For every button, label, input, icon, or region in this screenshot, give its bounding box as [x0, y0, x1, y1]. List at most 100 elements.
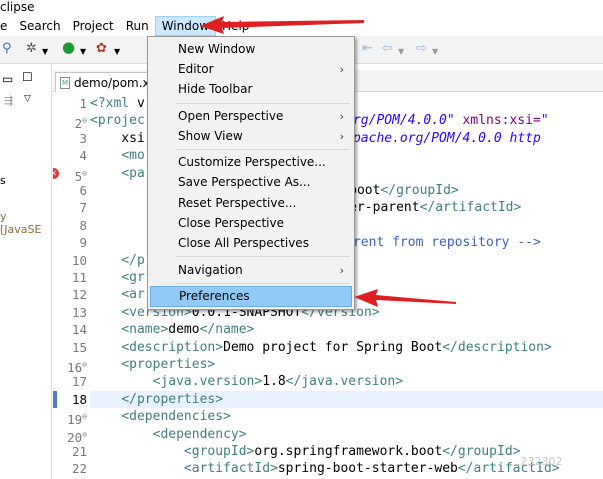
submenu-arrow-icon: › — [339, 63, 344, 76]
fold-toggle-icon[interactable]: ⊖ — [82, 116, 87, 125]
code-line[interactable]: <?xml v — [90, 95, 145, 112]
menu-separator — [176, 256, 350, 257]
code-line[interactable]: <description>Demo project for Spring Boo… — [90, 339, 551, 356]
menu-item-label: Editor — [178, 62, 214, 76]
line-number: 8 — [79, 217, 87, 233]
fold-toggle-icon[interactable]: ⊖ — [82, 360, 87, 369]
menu-item-close-perspective[interactable]: Close Perspective — [150, 213, 352, 234]
link-icon[interactable]: ⚲ — [2, 42, 12, 56]
menu-search[interactable]: Search — [13, 16, 66, 36]
line-number: 1 — [79, 96, 87, 111]
dropdown-arrow-icon[interactable]: ▼ — [80, 45, 86, 59]
dropdown-arrow-icon[interactable]: ▼ — [114, 45, 120, 59]
menu-item-label: Preferences — [179, 289, 250, 303]
line-number: 17 — [71, 374, 87, 390]
dropdown-arrow-icon[interactable]: ▼ — [398, 45, 404, 59]
menu-separator — [176, 149, 350, 150]
explorer-item-jre[interactable]: y [JavaSE — [0, 210, 51, 236]
menu-item-customize-perspective[interactable]: Customize Perspective... — [150, 152, 352, 173]
menu-project[interactable]: Project — [67, 16, 120, 36]
fold-toggle-icon[interactable]: ⊖ — [82, 430, 87, 439]
explorer-item[interactable]: s — [0, 174, 6, 187]
line-number: 4 — [79, 148, 87, 164]
menu-item-label: Close Perspective — [178, 216, 285, 230]
code-line[interactable]: xsi — [90, 130, 145, 147]
code-line[interactable]: <properties> — [90, 356, 215, 373]
code-line[interactable]: <dependency> — [90, 426, 247, 443]
code-line[interactable]: <gr — [90, 269, 144, 286]
menu-file[interactable]: e — [0, 16, 13, 36]
menu-item-navigation[interactable]: Navigation › — [150, 260, 352, 281]
xml-file-icon: M — [60, 76, 70, 89]
line-number: 10 — [71, 252, 87, 268]
line-number: 22 — [71, 461, 87, 477]
code-line[interactable]: </properties> — [90, 391, 223, 408]
dropdown-arrow-icon[interactable]: ▼ — [432, 45, 438, 59]
line-number: 21 — [71, 444, 87, 459]
annotation-arrow-icon — [354, 289, 456, 307]
menu-item-label: Save Perspective As... — [178, 175, 311, 189]
menu-item-editor[interactable]: Editor › — [150, 59, 352, 80]
code-line[interactable]: <artifactId>spring-boot-starter-web</art… — [90, 460, 560, 477]
fold-toggle-icon[interactable]: ⊖ — [82, 169, 87, 178]
forward-icon[interactable]: ⇨ — [416, 42, 427, 56]
back-icon[interactable]: ⇦ — [382, 42, 393, 56]
code-line[interactable]: <ar — [90, 286, 144, 303]
line-number: 19⊖ — [67, 412, 87, 428]
annotation-arrow-icon — [200, 16, 364, 34]
run-icon[interactable]: ● — [62, 40, 75, 55]
menu-item-label: Hide Toolbar — [178, 82, 253, 96]
line-number: 7 — [79, 200, 87, 216]
code-line[interactable]: </p — [90, 252, 144, 269]
code-line[interactable]: <pa — [90, 165, 144, 182]
menu-item-show-view[interactable]: Show View › — [150, 126, 352, 147]
line-number: 15 — [71, 339, 87, 355]
view-menu-icon[interactable]: ▽ — [24, 94, 31, 104]
code-line[interactable]: <groupId>org.springframework.boot</group… — [90, 443, 521, 460]
menu-item-label: Open Perspective — [178, 109, 284, 123]
window-menu-dropdown: New Window Editor › Hide Toolbar Open Perspe… — [147, 36, 355, 310]
minimize-icon[interactable]: ▭ — [2, 72, 13, 86]
code-line[interactable]: <projec — [90, 112, 145, 129]
line-number: 18 — [71, 391, 87, 407]
menu-item-reset-perspective[interactable]: Reset Perspective... — [150, 193, 352, 214]
external-tools-icon[interactable]: ✿ — [96, 42, 107, 56]
dropdown-arrow-icon[interactable]: ▼ — [42, 45, 48, 59]
line-number: 3 — [79, 130, 87, 146]
submenu-arrow-icon: › — [339, 110, 344, 123]
collapse-icon[interactable]: ⇶ — [4, 94, 13, 107]
gear-icon[interactable]: ✲ — [26, 42, 37, 56]
code-line[interactable]: <name>demo</name> — [90, 321, 254, 338]
line-number: 20⊖ — [67, 429, 87, 445]
menu-item-label: Navigation — [178, 263, 243, 277]
menu-item-save-perspective-as[interactable]: Save Perspective As... — [150, 172, 352, 193]
code-line[interactable]: <java.version>1.8</java.version> — [90, 373, 403, 390]
menu-item-label: New Window — [178, 42, 256, 56]
line-number: 11 — [71, 270, 87, 285]
line-number: 2⊖ — [74, 116, 87, 132]
menu-item-preferences[interactable]: Preferences — [150, 286, 352, 307]
watermark: ...232302 — [510, 455, 563, 468]
menu-item-new-window[interactable]: New Window — [150, 39, 352, 60]
menu-item-label: Customize Perspective... — [178, 155, 326, 169]
maximize-icon[interactable]: ☐ — [22, 70, 33, 84]
menu-separator — [176, 283, 350, 284]
menu-item-label: Close All Perspectives — [178, 236, 309, 250]
line-number: 12 — [71, 287, 87, 303]
menu-separator — [176, 103, 350, 104]
menu-item-close-all-perspectives[interactable]: Close All Perspectives — [150, 233, 352, 254]
submenu-arrow-icon: › — [339, 264, 344, 277]
code-line[interactable]: <dependencies> — [90, 408, 231, 425]
menu-item-hide-toolbar[interactable]: Hide Toolbar — [150, 79, 352, 100]
package-explorer: ▭ ☐ ⇶ ▽ s y [JavaSE — [0, 64, 52, 479]
line-number: 9 — [79, 235, 87, 251]
code-line[interactable]: <mo — [90, 147, 144, 164]
fold-toggle-icon[interactable]: ⊖ — [82, 412, 87, 421]
line-number: 13 — [71, 304, 87, 320]
last-edit-icon[interactable]: ⇤ — [362, 42, 373, 56]
menu-run[interactable]: Run — [120, 16, 155, 36]
menu-item-open-perspective[interactable]: Open Perspective › — [150, 106, 352, 127]
menu-item-label: Show View — [178, 129, 243, 143]
line-number: 14 — [71, 322, 87, 338]
line-number: 6 — [79, 183, 87, 198]
